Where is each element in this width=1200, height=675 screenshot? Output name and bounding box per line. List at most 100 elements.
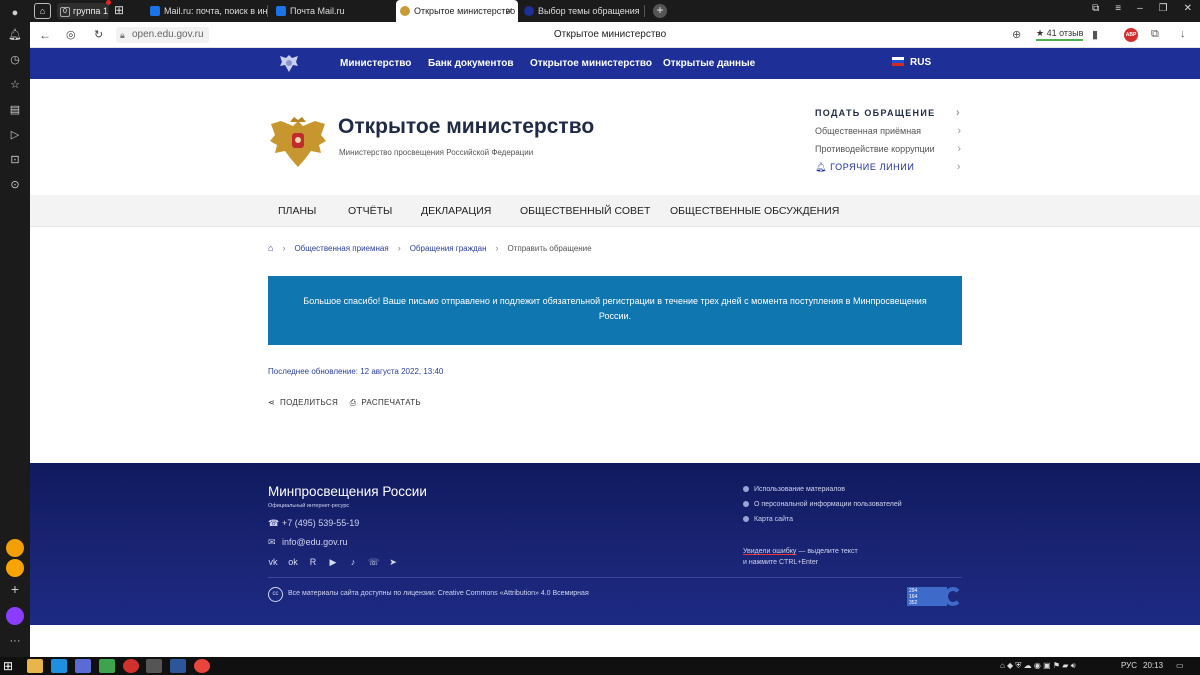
footer-link-label: О персональной информации пользователей	[754, 501, 902, 508]
input-language[interactable]: РУС	[1121, 661, 1137, 670]
submit-appeal-label: ПОДАТЬ ОБРАЩЕНИЕ	[815, 108, 936, 118]
bookmark-tabs-icon[interactable]: ⧉	[1092, 3, 1099, 14]
youtube-icon[interactable]: ▶	[328, 557, 338, 568]
new-tab-button[interactable]: +	[653, 4, 667, 18]
lang-label: RUS	[910, 57, 932, 68]
notification-center-icon[interactable]: ▭	[1176, 661, 1184, 670]
mail-app-icon[interactable]	[6, 559, 24, 577]
extensions-icon[interactable]: ⧉	[1151, 28, 1159, 41]
secnav-plans[interactable]: ПЛАНЫ	[278, 205, 316, 217]
viber-icon[interactable]: ☏	[368, 557, 379, 568]
chevron-right-icon: ›	[956, 107, 961, 119]
hotlines-link[interactable]: 🔔︎ ГОРЯЧИЕ ЛИНИИ ›	[815, 161, 961, 173]
yandex-app-icon[interactable]	[6, 539, 24, 557]
bookmark-icon[interactable]: ▮	[1092, 28, 1098, 41]
screenshot-icon[interactable]: ⊙	[8, 178, 22, 192]
footer-org-name[interactable]: Минпросвещения России	[268, 484, 427, 499]
close-tab-icon[interactable]: ✕	[505, 0, 513, 22]
footer-link-privacy[interactable]: О персональной информации пользователей	[743, 501, 902, 508]
nav-ministry[interactable]: Министерство	[340, 58, 411, 69]
more-icon[interactable]: ···	[8, 634, 22, 648]
reviews-badge[interactable]: ★ 41 отзыв	[1036, 28, 1084, 41]
submit-appeal-link[interactable]: ПОДАТЬ ОБРАЩЕНИЕ ›	[815, 107, 961, 119]
vk-icon[interactable]: vk	[268, 557, 278, 568]
media-play-icon[interactable]: ▷	[8, 128, 22, 142]
odnoklassniki-icon[interactable]: ok	[288, 557, 298, 568]
creative-commons-icon[interactable]: cc	[268, 587, 283, 602]
footer-phone[interactable]: ☎ +7 (495) 539-55-19	[268, 518, 359, 529]
breadcrumb-appeals[interactable]: Обращения граждан	[410, 244, 487, 253]
checkmark-app-icon[interactable]	[99, 659, 115, 673]
new-tab-group-icon[interactable]: ⊞	[114, 4, 124, 17]
tab-open-ministry[interactable]: Открытое министерство ✕	[396, 0, 518, 22]
menu-icon[interactable]: ≡	[1115, 3, 1121, 14]
file-explorer-icon[interactable]	[27, 659, 43, 673]
tab-mail-inbox[interactable]: Почта Mail.ru	[272, 0, 392, 22]
small-emblem-icon[interactable]	[277, 53, 301, 74]
visit-counter[interactable]: 294 164 352	[907, 587, 962, 606]
print-button[interactable]: ⎙ РАСПЕЧАТАТЬ	[350, 398, 421, 407]
globe-icon	[743, 501, 749, 507]
history-icon[interactable]: ◷	[8, 53, 22, 67]
footer-link-materials[interactable]: Использование материалов	[743, 486, 845, 493]
tab-mail-search[interactable]: Mail.ru: почта, поиск в ин	[146, 0, 268, 22]
tab-title: Mail.ru: почта, поиск в ин	[164, 6, 268, 16]
ministry-emblem-icon[interactable]	[267, 115, 329, 169]
collections-icon[interactable]: ▤	[8, 103, 22, 117]
footer-email[interactable]: ✉ info@edu.gov.ru	[268, 537, 348, 548]
counter-logo-icon	[944, 587, 962, 606]
home-icon[interactable]: ⌂	[268, 243, 273, 253]
tab-group[interactable]: 0 группа 1	[57, 3, 109, 19]
mail-app-taskbar-icon[interactable]	[75, 659, 91, 673]
adblock-plus-icon[interactable]: ABP	[1124, 28, 1138, 42]
tab-title: Почта Mail.ru	[290, 6, 345, 16]
tiktok-icon[interactable]: ♪	[348, 557, 358, 568]
breadcrumb-reception[interactable]: Общественная приемная	[294, 244, 388, 253]
translate-icon[interactable]: ⊕	[1012, 28, 1021, 41]
downloads-arrow-icon[interactable]: ↓	[1180, 28, 1186, 40]
secnav-declaration[interactable]: ДЕКЛАРАЦИЯ	[421, 205, 491, 217]
phone-icon: ☎	[268, 518, 280, 528]
share-button[interactable]: ⋖ ПОДЕЛИТЬСЯ	[268, 398, 338, 407]
downloads-icon[interactable]: ⊡	[8, 153, 22, 167]
bell-icon: 🔔︎	[815, 162, 831, 172]
public-reception-link[interactable]: Общественная приёмная ›	[815, 125, 961, 137]
favorites-star-icon[interactable]: ☆	[8, 78, 22, 92]
home-tab-icon[interactable]: ⌂	[34, 3, 51, 19]
footer-link-sitemap[interactable]: Карта сайта	[743, 516, 793, 523]
add-app-icon[interactable]: +	[8, 582, 22, 596]
print-label: РАСПЕЧАТАТЬ	[361, 398, 421, 407]
nav-open-ministry[interactable]: Открытое министерство	[530, 58, 652, 69]
close-window-icon[interactable]: ✕	[1184, 3, 1192, 14]
chevron-right-icon: ›	[957, 143, 961, 155]
word-icon[interactable]	[170, 659, 186, 673]
tab-appeal-topic[interactable]: Выбор темы обращения	[520, 0, 645, 22]
nav-open-data[interactable]: Открытые данные	[663, 58, 755, 69]
nav-documents-bank[interactable]: Банк документов	[428, 58, 513, 69]
secnav-public-discussions[interactable]: ОБЩЕСТВЕННЫЕ ОБСУЖДЕНИЯ	[670, 205, 839, 217]
rutube-icon[interactable]: R	[308, 557, 318, 568]
yandex-browser-icon[interactable]	[194, 659, 210, 673]
anti-corruption-link[interactable]: Противодействие коррупции ›	[815, 143, 961, 155]
restore-icon[interactable]: ❐	[1159, 3, 1168, 14]
alice-assistant-icon[interactable]	[6, 607, 24, 625]
page-actions: ⋖ ПОДЕЛИТЬСЯ ⎙ РАСПЕЧАТАТЬ	[268, 398, 421, 408]
yandex-browser-active-icon[interactable]	[146, 659, 162, 673]
yandex-red-icon[interactable]	[123, 659, 139, 673]
telegram-icon[interactable]: ➤	[388, 557, 398, 568]
profile-icon[interactable]: ●	[8, 6, 22, 20]
windows-start-icon[interactable]: ⊞	[3, 659, 19, 673]
secnav-reports[interactable]: ОТЧЁТЫ	[348, 205, 392, 217]
footer-link-label: Карта сайта	[754, 516, 793, 523]
notifications-bell-icon[interactable]: 🔔︎	[8, 28, 22, 42]
clock[interactable]: 20:13	[1143, 661, 1163, 670]
typo-report-link[interactable]: Увидели ошибку	[743, 548, 796, 555]
tab-group-count: 0	[60, 7, 70, 17]
footer-org-subtitle: Официальный интернет-ресурс	[268, 503, 350, 509]
language-switch[interactable]: RUS	[892, 57, 931, 68]
secnav-public-council[interactable]: ОБЩЕСТВЕННЫЙ СОВЕТ	[520, 205, 650, 217]
site-title[interactable]: Открытое министерство	[338, 115, 594, 139]
minimize-icon[interactable]: –	[1137, 3, 1143, 14]
tray-icons[interactable]: ⌂ ◆ ⛨ ☁ ◉ ▣ ⚑ ▰ 🔊︎	[1000, 661, 1076, 671]
edge-icon[interactable]	[51, 659, 67, 673]
